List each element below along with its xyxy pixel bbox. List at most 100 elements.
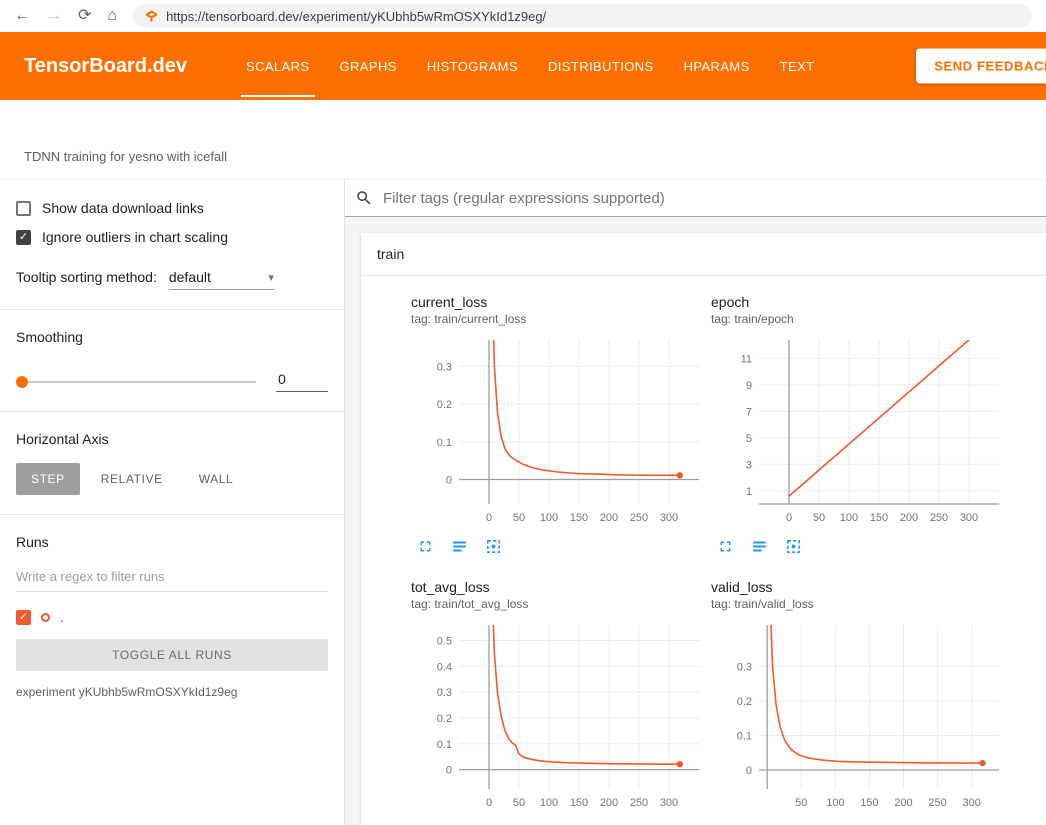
chart-tag: tag: train/current_loss xyxy=(411,312,699,326)
main-area: Filter tags (regular expressions support… xyxy=(345,180,1046,825)
svg-text:100: 100 xyxy=(840,512,858,524)
axis-button-wall[interactable]: WALL xyxy=(184,463,249,495)
checkbox-checked-icon: ✓ xyxy=(16,230,31,245)
line-chart[interactable]: 05010015020025030000.10.20.3 xyxy=(411,334,707,534)
svg-text:0: 0 xyxy=(786,512,792,524)
svg-text:0.3: 0.3 xyxy=(437,361,452,373)
svg-text:11: 11 xyxy=(741,354,752,366)
svg-text:0.3: 0.3 xyxy=(437,687,452,699)
svg-text:100: 100 xyxy=(540,512,558,524)
home-icon[interactable]: ⌂ xyxy=(107,8,117,24)
address-bar[interactable]: https://tensorboard.dev/experiment/yKUbh… xyxy=(133,4,1032,28)
show-download-links-checkbox[interactable]: Show data download links xyxy=(16,200,328,216)
svg-text:0.3: 0.3 xyxy=(737,661,752,673)
run-name: . xyxy=(60,610,64,625)
search-icon xyxy=(355,189,373,207)
svg-text:200: 200 xyxy=(600,797,618,809)
tab-distributions[interactable]: DISTRIBUTIONS xyxy=(533,32,669,100)
svg-text:250: 250 xyxy=(630,797,648,809)
reload-icon[interactable]: ⟳ xyxy=(78,8,91,24)
svg-text:50: 50 xyxy=(513,512,525,524)
svg-text:0.4: 0.4 xyxy=(437,661,452,673)
chart-title: tot_avg_loss xyxy=(411,579,699,595)
svg-text:7: 7 xyxy=(746,406,752,418)
svg-text:0.5: 0.5 xyxy=(437,636,452,648)
svg-text:0: 0 xyxy=(446,475,452,487)
svg-text:0.1: 0.1 xyxy=(737,731,752,743)
app-logo: TensorBoard.dev xyxy=(24,55,187,78)
toggle-y-axis-icon[interactable] xyxy=(451,538,468,555)
chart-tag: tag: train/tot_avg_loss xyxy=(411,597,699,611)
svg-text:300: 300 xyxy=(960,512,978,524)
svg-text:250: 250 xyxy=(928,797,946,809)
axis-button-step[interactable]: STEP xyxy=(16,463,80,495)
svg-text:0.1: 0.1 xyxy=(437,437,452,449)
back-icon[interactable]: ← xyxy=(14,8,30,24)
tab-text[interactable]: TEXT xyxy=(765,32,830,100)
settings-sidebar: Show data download links ✓ Ignore outlie… xyxy=(0,180,345,825)
app-header: TensorBoard.dev SCALARSGRAPHSHISTOGRAMSD… xyxy=(0,32,1046,100)
slider-thumb[interactable] xyxy=(16,376,28,388)
page: ← → ⟳ ⌂ https://tensorboard.dev/experime… xyxy=(0,0,1046,825)
runs-filter-input[interactable]: Write a regex to filter runs xyxy=(16,569,328,592)
svg-text:150: 150 xyxy=(870,512,888,524)
svg-text:0.2: 0.2 xyxy=(437,713,452,725)
svg-text:200: 200 xyxy=(600,512,618,524)
smoothing-value[interactable]: 0 xyxy=(276,371,328,392)
svg-text:50: 50 xyxy=(813,512,825,524)
nav-tabs: SCALARSGRAPHSHISTOGRAMSDISTRIBUTIONSHPAR… xyxy=(231,32,830,100)
horizontal-axis-label: Horizontal Axis xyxy=(16,431,328,447)
fit-domain-icon[interactable] xyxy=(485,538,502,555)
fit-domain-icon[interactable] xyxy=(785,538,802,555)
line-chart[interactable]: 05010015020025030000.10.20.30.40.5 xyxy=(411,619,707,819)
content: Show data download links ✓ Ignore outlie… xyxy=(0,180,1046,825)
svg-text:0.2: 0.2 xyxy=(437,399,452,411)
fullscreen-icon[interactable] xyxy=(717,538,734,555)
ignore-outliers-checkbox[interactable]: ✓ Ignore outliers in chart scaling xyxy=(16,229,328,245)
runs-label: Runs xyxy=(16,534,328,550)
forward-icon[interactable]: → xyxy=(46,8,62,24)
chart-title: valid_loss xyxy=(711,579,999,595)
tooltip-sorting-select[interactable]: default ▾ xyxy=(169,269,274,290)
fullscreen-icon[interactable] xyxy=(417,538,434,555)
svg-text:250: 250 xyxy=(630,512,648,524)
svg-text:150: 150 xyxy=(570,512,588,524)
chart-card-valid_loss: valid_losstag: train/valid_loss501001502… xyxy=(705,567,1005,825)
axis-button-relative[interactable]: RELATIVE xyxy=(86,463,178,495)
section-header-train[interactable]: train xyxy=(361,233,1046,276)
smoothing-label: Smoothing xyxy=(16,329,328,345)
tab-histograms[interactable]: HISTOGRAMS xyxy=(412,32,533,100)
checkbox-label: Show data download links xyxy=(42,200,204,216)
slider-track[interactable] xyxy=(28,381,256,383)
divider xyxy=(0,514,344,515)
run-checkbox[interactable]: ✓ xyxy=(16,610,31,625)
chart-card-epoch: epochtag: train/epoch0501001502002503001… xyxy=(705,282,1005,567)
filter-tags-placeholder: Filter tags (regular expressions support… xyxy=(383,190,665,207)
svg-text:100: 100 xyxy=(826,797,844,809)
svg-text:300: 300 xyxy=(660,797,678,809)
svg-text:5: 5 xyxy=(746,433,752,445)
tab-graphs[interactable]: GRAPHS xyxy=(325,32,412,100)
browser-chrome: ← → ⟳ ⌂ https://tensorboard.dev/experime… xyxy=(0,0,1046,32)
tab-scalars[interactable]: SCALARS xyxy=(231,32,325,100)
chart-title: current_loss xyxy=(411,294,699,310)
line-chart[interactable]: 5010015020025030000.10.20.3 xyxy=(711,619,1007,819)
toggle-all-runs-button[interactable]: TOGGLE ALL RUNS xyxy=(16,639,328,671)
line-chart[interactable]: 0501001502002503001357911 xyxy=(711,334,1007,534)
train-section-card: train current_loss tag: train/current_los… xyxy=(361,233,1046,825)
svg-text:300: 300 xyxy=(963,797,981,809)
send-feedback-button[interactable]: SEND FEEDBACK xyxy=(916,49,1046,84)
svg-text:250: 250 xyxy=(930,512,948,524)
axis-buttons: STEPRELATIVEWALL xyxy=(16,463,328,495)
experiment-title: TDNN training for yesno with icefall xyxy=(24,149,227,164)
checkbox-label: Ignore outliers in chart scaling xyxy=(42,229,228,245)
divider xyxy=(0,309,344,310)
tab-hparams[interactable]: HPARAMS xyxy=(669,32,765,100)
filter-tags-row[interactable]: Filter tags (regular expressions support… xyxy=(345,180,1046,217)
toggle-y-axis-icon[interactable] xyxy=(751,538,768,555)
selected-value: default xyxy=(169,269,211,285)
chart-title: epoch xyxy=(711,294,999,310)
svg-text:3: 3 xyxy=(746,459,752,471)
svg-text:0: 0 xyxy=(486,512,492,524)
svg-text:9: 9 xyxy=(746,380,752,392)
